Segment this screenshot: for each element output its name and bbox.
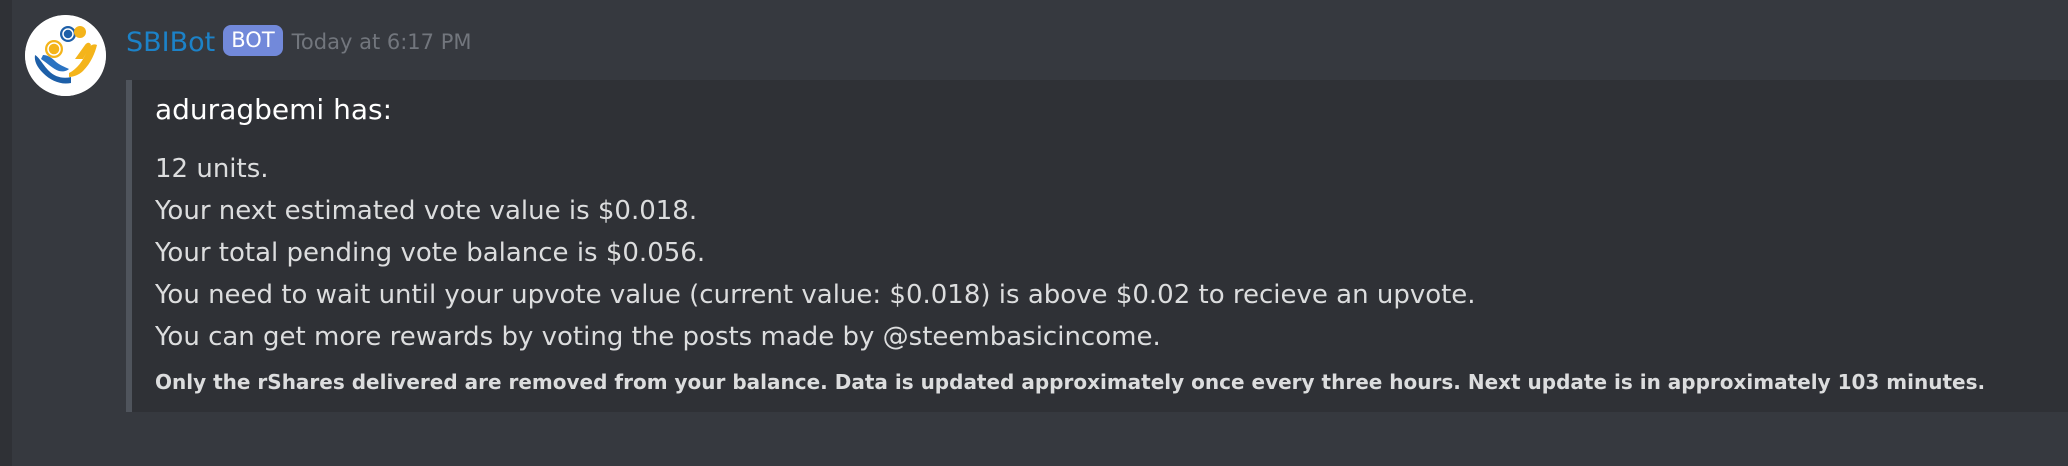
message-timestamp: Today at 6:17 PM <box>291 30 472 54</box>
embed-line-units: 12 units. <box>155 154 269 184</box>
embed-line-pending-balance: Your total pending vote balance is $0.05… <box>155 238 706 268</box>
chat-message: SBIBot BOT Today at 6:17 PM aduragbemi h… <box>0 0 2068 466</box>
hands-coins-logo-icon <box>25 15 106 96</box>
message-embed: aduragbemi has: 12 units. Your next esti… <box>126 80 2068 412</box>
author-name[interactable]: SBIBot <box>126 27 215 58</box>
embed-description: 12 units. Your next estimated vote value… <box>155 148 1476 358</box>
avatar[interactable] <box>25 15 106 96</box>
message-header: SBIBot BOT Today at 6:17 PM <box>126 20 471 64</box>
message-hover-rail <box>0 0 12 466</box>
embed-title: aduragbemi has: <box>155 93 393 126</box>
embed-line-rewards-tip: You can get more rewards by voting the p… <box>155 322 1161 352</box>
embed-line-wait-notice: You need to wait until your upvote value… <box>155 280 1476 310</box>
embed-footer: Only the rShares delivered are removed f… <box>155 370 1986 394</box>
bot-badge: BOT <box>223 24 283 56</box>
embed-line-next-vote: Your next estimated vote value is $0.018… <box>155 196 698 226</box>
